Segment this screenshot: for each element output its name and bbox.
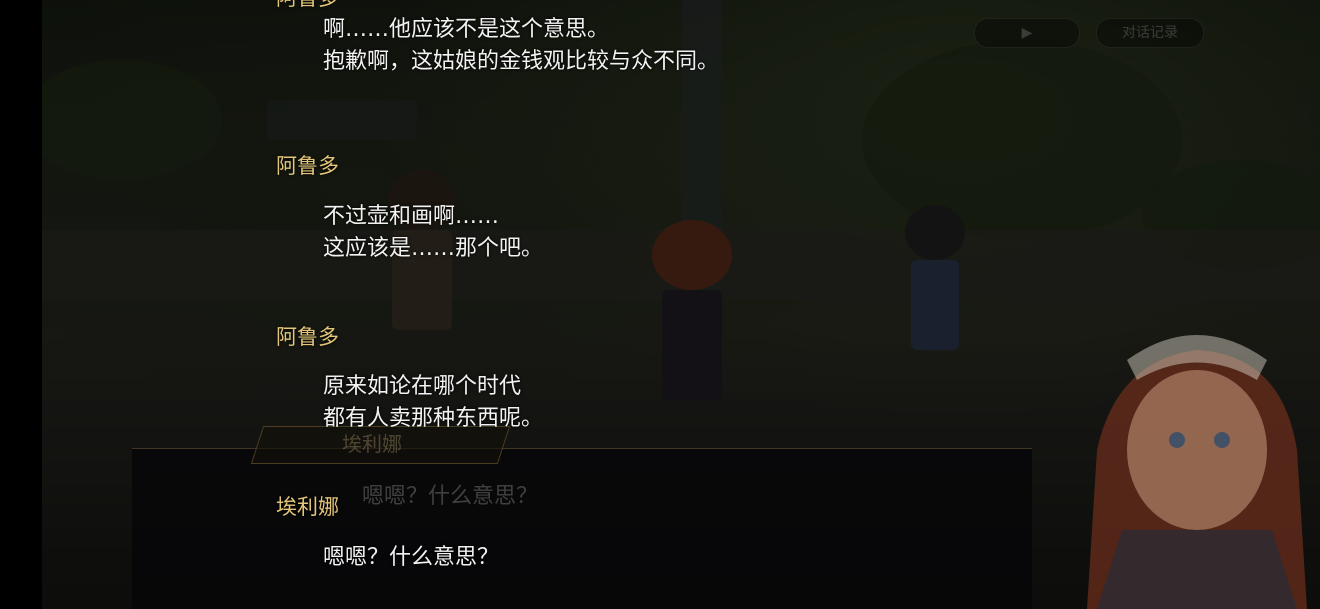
- backlog-entry: 阿鲁多 原来如论在哪个时代 都有人卖那种东西呢。: [276, 321, 543, 435]
- backlog-line: 啊……他应该不是这个意思。: [323, 17, 610, 42]
- game-scene: 埃利娜 嗯嗯？什么意思？ ▶ 对话记录: [42, 0, 1320, 609]
- backlog-line: 抱歉啊，这姑娘的金钱观比较与众不同。: [323, 49, 720, 74]
- play-button[interactable]: ▶: [974, 18, 1080, 48]
- backlog-speaker-name: 阿鲁多: [276, 325, 339, 349]
- backlog-line: 嗯嗯？什么意思？: [323, 545, 500, 570]
- dialogue-log-button[interactable]: 对话记录: [1096, 18, 1204, 48]
- character-portrait-elina: [1087, 335, 1307, 609]
- backlog-line: 这应该是……那个吧。: [323, 236, 544, 261]
- play-icon: ▶: [1021, 25, 1033, 41]
- backlog-entry: 阿鲁多 啊……他应该不是这个意思。 抱歉啊，这姑娘的金钱观比较与众不同。: [276, 0, 719, 78]
- backlog-entry: 阿鲁多 不过壶和画啊…… 这应该是……那个吧。: [276, 150, 543, 265]
- backlog-line: 不过壶和画啊……: [323, 204, 500, 229]
- backlog-line: 原来如论在哪个时代: [323, 374, 522, 399]
- backlog-speaker-name: 埃利娜: [276, 495, 339, 519]
- backlog-entry: 埃利娜 嗯嗯？什么意思？: [276, 491, 499, 574]
- message-window: [132, 448, 1032, 609]
- backlog-speaker-name: 阿鲁多: [276, 154, 339, 178]
- backlog-speaker-name: 阿鲁多: [276, 0, 719, 14]
- backlog-line: 都有人卖那种东西呢。: [323, 406, 544, 431]
- letterbox-left: [0, 0, 42, 609]
